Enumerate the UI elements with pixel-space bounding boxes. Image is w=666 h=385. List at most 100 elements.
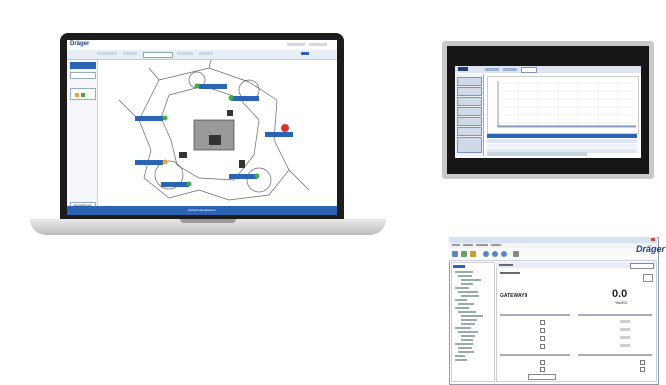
tablet-table: [487, 134, 637, 154]
laptop-nav: [67, 50, 337, 60]
tree-item[interactable]: [458, 311, 476, 313]
tree-item[interactable]: [455, 359, 467, 361]
value-field[interactable]: [620, 328, 630, 331]
nav-tab-1[interactable]: [97, 52, 117, 55]
tablet-side-button-7[interactable]: [457, 137, 482, 153]
tree-item[interactable]: [461, 323, 475, 325]
checkbox[interactable]: [540, 328, 545, 333]
tree-item[interactable]: [461, 335, 475, 337]
marker-label-5: [135, 160, 163, 165]
menu-item[interactable]: [452, 244, 460, 246]
device-detail-panel: [496, 262, 657, 382]
value-field[interactable]: [620, 344, 630, 347]
tablet-table-header: [487, 134, 637, 138]
tree-item[interactable]: [461, 319, 477, 321]
laptop-logo: Dräger: [70, 41, 90, 47]
small-button[interactable]: [643, 274, 653, 282]
tree-item[interactable]: [458, 291, 478, 293]
connect-button[interactable]: [630, 263, 654, 269]
floor-plan-svg: [118, 59, 310, 201]
tree-item[interactable]: [458, 275, 472, 277]
checkbox[interactable]: [540, 367, 545, 372]
sidebar-status-panel: [70, 88, 96, 100]
close-icon[interactable]: [651, 238, 655, 241]
toolbar-icon[interactable]: [513, 251, 519, 257]
tree-item[interactable]: [455, 287, 469, 289]
value-field[interactable]: [620, 320, 630, 323]
tablet-bottom-button[interactable]: [487, 152, 587, 156]
tablet-side-button-2[interactable]: [457, 87, 482, 96]
toolbar-icon[interactable]: [461, 251, 467, 257]
tree-item[interactable]: [461, 315, 483, 317]
laptop-notch: [180, 219, 236, 223]
tree-item[interactable]: [455, 271, 473, 273]
tree-item-selected[interactable]: [453, 265, 465, 268]
nav-tab-3[interactable]: [177, 52, 193, 55]
menu-item[interactable]: [476, 244, 488, 246]
connect-device-button[interactable]: [528, 374, 556, 380]
nav-tab-active[interactable]: [143, 52, 173, 58]
tree-item[interactable]: [458, 303, 474, 305]
tablet-header: [455, 66, 641, 73]
nav-tab-2[interactable]: [123, 52, 137, 55]
laptop-sidebar: Einstellungen: [67, 60, 98, 210]
checkbox[interactable]: [540, 320, 545, 325]
tablet-chart: [487, 76, 639, 134]
checkbox[interactable]: [540, 336, 545, 341]
tree-item[interactable]: [461, 295, 479, 297]
tablet-tab-1[interactable]: [485, 68, 499, 71]
checkbox[interactable]: [640, 367, 645, 372]
header-field[interactable]: [287, 43, 305, 46]
tree-item[interactable]: [455, 307, 469, 309]
toolbar-icon[interactable]: [470, 251, 476, 257]
section-divider: [500, 314, 570, 316]
menu-item[interactable]: [491, 244, 501, 246]
tablet-side-button-3[interactable]: [457, 97, 482, 106]
field-label: [500, 272, 520, 274]
toolbar-icon[interactable]: [501, 251, 507, 257]
toolbar-icon[interactable]: [452, 251, 458, 257]
tree-item[interactable]: [458, 351, 474, 353]
tree-item[interactable]: [461, 339, 473, 341]
toolbar-icon[interactable]: [492, 251, 498, 257]
tree-item[interactable]: [455, 355, 465, 357]
menu-item[interactable]: [463, 244, 473, 246]
laptop-status-bar[interactable]: Einsatz aktualisieren: [67, 206, 337, 215]
marker-label-2: [231, 96, 259, 101]
status-warning-icon: [75, 93, 79, 97]
floor-plan-map[interactable]: [99, 59, 335, 206]
tree-item[interactable]: [461, 283, 473, 285]
window-logo: Dräger: [636, 244, 666, 254]
marker-label-6: [161, 182, 189, 187]
nav-tab-4[interactable]: [199, 52, 213, 55]
tree-item[interactable]: [455, 299, 467, 301]
sidebar-button-active[interactable]: [70, 62, 96, 69]
reading-unit: %UEG: [615, 300, 628, 305]
checkbox[interactable]: [540, 344, 545, 349]
checkbox[interactable]: [640, 360, 645, 365]
tablet-side-button-5[interactable]: [457, 117, 482, 126]
toolbar-icon[interactable]: [483, 251, 489, 257]
tablet-chart-svg: [497, 81, 636, 128]
tablet-side-button-4[interactable]: [457, 107, 482, 116]
tree-item[interactable]: [458, 347, 472, 349]
tablet-tab-2[interactable]: [503, 68, 517, 71]
device-tree[interactable]: [451, 262, 495, 382]
tablet-logo: [458, 67, 468, 71]
tablet-sidebar: [455, 74, 484, 156]
checkbox[interactable]: [540, 360, 545, 365]
tablet-side-button-6[interactable]: [457, 127, 482, 136]
nav-search-button[interactable]: [301, 52, 309, 55]
device-name: GATEWAY9: [500, 293, 528, 299]
tree-item[interactable]: [461, 279, 481, 281]
alarm-marker: [281, 124, 289, 132]
tablet-tab-active[interactable]: [521, 67, 537, 73]
tree-item[interactable]: [455, 327, 471, 329]
sidebar-button-2[interactable]: [70, 72, 96, 79]
tablet-side-button-1[interactable]: [457, 77, 482, 86]
window-toolbar: [449, 248, 657, 261]
tree-item[interactable]: [458, 331, 478, 333]
tree-item[interactable]: [455, 343, 473, 345]
value-field[interactable]: [620, 336, 630, 339]
header-field-2[interactable]: [309, 43, 327, 46]
